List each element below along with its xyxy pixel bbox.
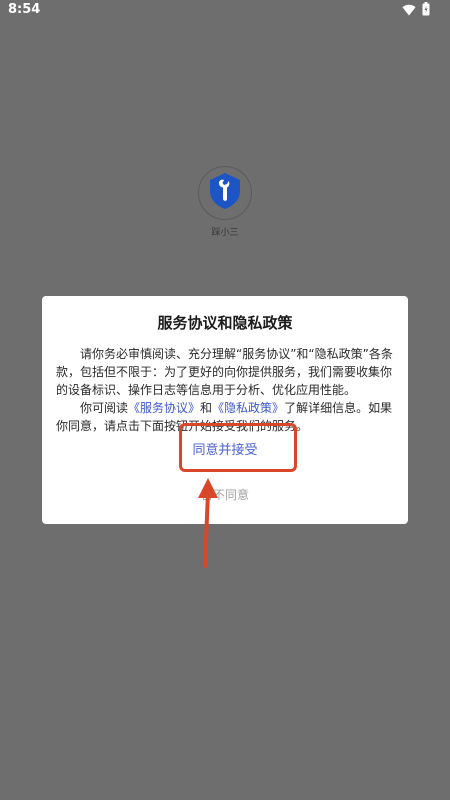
annotation-highlight-box [179,423,297,472]
service-agreement-link[interactable]: 《服务协议》 [128,401,200,415]
privacy-dialog: 服务协议和隐私政策 请你务必审慎阅读、充分理解“服务协议”和“隐私政策”各条款，… [42,296,408,524]
wrench-shield-icon [207,172,243,214]
wifi-icon [402,1,416,20]
privacy-policy-link[interactable]: 《隐私政策》 [212,401,284,415]
status-bar: 8:54 [0,0,450,20]
app-logo [198,166,252,220]
app-name: 踩小三 [211,228,239,238]
status-icons [402,1,430,20]
paragraph-2-text-before: 你可阅读 [80,401,129,415]
status-time: 8:54 [8,2,41,17]
decline-button[interactable]: 暂不同意 [42,486,408,504]
paragraph-2-text-and: 和 [200,401,213,415]
dialog-paragraph-1: 请你务必审慎阅读、充分理解“服务协议”和“隐私政策”各条款，包括但不限于：为了更… [56,347,393,397]
battery-icon [422,1,430,20]
dialog-title: 服务协议和隐私政策 [157,314,293,332]
dialog-body: 请你务必审慎阅读、充分理解“服务协议”和“隐私政策”各条款，包括但不限于：为了更… [56,345,394,435]
annotation-arrow [198,478,218,568]
